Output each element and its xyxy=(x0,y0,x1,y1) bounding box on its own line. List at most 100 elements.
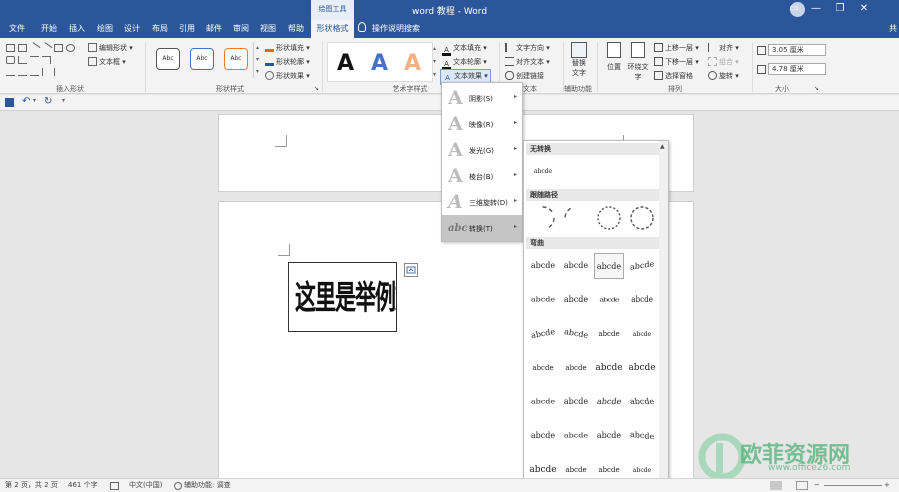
group-objects-button[interactable]: 组合 ▾ xyxy=(708,57,739,67)
accessibility-status[interactable]: 辅助功能: 调查 xyxy=(184,479,231,492)
follow-path-option[interactable] xyxy=(594,203,624,233)
text-box-button[interactable]: 文本框 ▾ xyxy=(88,57,126,67)
bracket-icon[interactable] xyxy=(54,68,63,76)
warp-option[interactable]: abcde xyxy=(561,389,591,415)
rectangle-icon[interactable] xyxy=(54,44,63,52)
menu-item-shadow[interactable]: A 阴影(S) ▸ xyxy=(442,85,522,111)
star-icon[interactable] xyxy=(66,56,75,64)
warp-none-option[interactable]: abcde xyxy=(526,159,560,185)
warp-option[interactable]: abcde xyxy=(561,287,591,313)
shape-effects-button[interactable]: 形状效果 ▾ xyxy=(265,71,310,81)
wrap-text-button[interactable]: 环绕文 字 xyxy=(625,42,651,82)
shape-gallery[interactable] xyxy=(6,42,76,79)
freeform-icon[interactable] xyxy=(18,68,27,76)
close-button[interactable]: ✕ xyxy=(857,3,871,15)
warp-option[interactable]: abcde xyxy=(627,423,657,449)
arrow-line-icon[interactable] xyxy=(40,42,53,54)
warp-option[interactable]: abcde xyxy=(528,355,558,381)
tab-review[interactable]: 审阅 xyxy=(226,20,256,38)
tab-help[interactable]: 帮助 xyxy=(281,20,311,38)
warp-option[interactable]: abcde xyxy=(594,423,624,449)
warp-option[interactable]: abcde xyxy=(627,389,657,415)
create-link-button[interactable]: 创建链接 xyxy=(505,71,544,81)
tab-mailings[interactable]: 邮件 xyxy=(199,20,229,38)
proofing-icon[interactable] xyxy=(110,482,119,490)
warp-option[interactable]: abcde xyxy=(528,423,558,449)
warp-option[interactable]: abcde xyxy=(594,321,624,347)
more-shapes-icon[interactable] xyxy=(66,68,75,76)
triangle-icon[interactable] xyxy=(18,56,27,64)
save-icon[interactable] xyxy=(5,98,14,107)
shape-style-preset[interactable]: Abc xyxy=(156,48,180,70)
elbow-connector-icon[interactable] xyxy=(42,56,51,64)
follow-path-option[interactable] xyxy=(561,203,591,233)
warp-option[interactable]: abcde xyxy=(528,321,558,347)
selection-pane-button[interactable]: 选择窗格 xyxy=(654,71,693,81)
curve-icon[interactable] xyxy=(6,68,15,76)
tab-insert[interactable]: 插入 xyxy=(62,20,92,38)
shape-fill-button[interactable]: 形状填充 ▾ xyxy=(265,43,310,53)
warp-option[interactable]: abcde xyxy=(627,355,657,381)
wordart-style-orange[interactable]: A xyxy=(404,51,421,76)
web-layout-icon[interactable] xyxy=(796,481,808,490)
bring-forward-button[interactable]: 上移一层 ▾ xyxy=(654,43,699,53)
maximize-button[interactable]: ❐ xyxy=(833,3,847,15)
tab-view[interactable]: 视图 xyxy=(253,20,283,38)
align-text-button[interactable]: 对齐文本 ▾ xyxy=(505,57,550,67)
menu-item-glow[interactable]: A 发光(G) ▸ xyxy=(442,137,522,163)
wordart-gallery[interactable]: A A A xyxy=(327,42,433,82)
wordart-style-blue[interactable]: A xyxy=(371,51,388,76)
alt-text-button[interactable]: 替换 文字 xyxy=(568,42,590,78)
edit-shape-button[interactable]: 编辑形状 ▾ xyxy=(88,43,133,53)
shape-style-preset[interactable]: Abc xyxy=(224,48,248,70)
menu-item-bevel[interactable]: A 棱台(B) ▸ xyxy=(442,163,522,189)
send-backward-button[interactable]: 下移一层 ▾ xyxy=(654,57,699,67)
ribbon-display-icon[interactable]: ▭ xyxy=(787,3,801,15)
oval-icon[interactable] xyxy=(66,44,75,52)
warp-option[interactable]: abcde xyxy=(627,321,657,347)
line-icon[interactable] xyxy=(28,42,41,54)
tab-design[interactable]: 设计 xyxy=(117,20,147,38)
tab-file[interactable]: 文件 xyxy=(2,20,32,38)
warp-option[interactable]: abcde xyxy=(528,253,558,279)
warp-option[interactable]: abcde xyxy=(561,321,591,347)
zoom-slider[interactable] xyxy=(824,485,882,486)
style-gallery-scroll[interactable]: ▴ ▾ ▾ xyxy=(253,42,261,78)
brace-icon[interactable] xyxy=(42,68,51,76)
tab-references[interactable]: 引用 xyxy=(172,20,202,38)
rounded-rect-icon[interactable] xyxy=(6,56,15,64)
scroll-up-icon[interactable]: ▲ xyxy=(660,143,665,150)
submenu-scrollbar[interactable]: ▲ ▼ xyxy=(659,141,668,487)
layout-options-button[interactable] xyxy=(404,263,418,277)
minimize-button[interactable]: — xyxy=(809,3,823,15)
rotate-button[interactable]: 旋转 ▾ xyxy=(708,71,739,81)
shape-style-preset[interactable]: Abc xyxy=(190,48,214,70)
warp-option[interactable]: abcde xyxy=(561,423,591,449)
menu-item-3d-rotation[interactable]: A 三维旋转(D) ▸ xyxy=(442,189,522,215)
undo-dropdown-icon[interactable]: ▾ xyxy=(33,97,36,104)
wordart-gallery-scroll[interactable]: ▴ ▾ ▾ xyxy=(433,42,439,82)
word-count[interactable]: 461 个字 xyxy=(68,479,98,492)
tab-layout[interactable]: 布局 xyxy=(145,20,175,38)
selected-text-box[interactable]: 这里是举例文本内容。 xyxy=(288,262,397,332)
accessibility-icon[interactable] xyxy=(174,482,182,490)
tell-me-search[interactable]: 操作说明搜索 xyxy=(358,20,420,38)
text-direction-button[interactable]: 文字方向 ▾ xyxy=(505,43,550,53)
undo-icon[interactable]: ↶ xyxy=(22,96,30,107)
page-indicator[interactable]: 第 2 页，共 2 页 xyxy=(5,479,58,492)
shape-height-field[interactable]: 3.05 厘米 xyxy=(768,44,826,56)
warp-option[interactable]: abcde xyxy=(627,287,657,313)
align-button[interactable]: 对齐 ▾ xyxy=(708,43,739,53)
print-layout-icon[interactable] xyxy=(770,481,782,490)
warp-option[interactable]: abcde xyxy=(561,253,591,279)
warp-option[interactable]: abcde xyxy=(627,253,657,279)
warp-option[interactable]: abcde xyxy=(594,287,624,313)
right-arrow-icon[interactable] xyxy=(54,56,63,64)
zoom-out-icon[interactable]: − xyxy=(814,479,820,492)
tab-shape-format[interactable]: 形状格式 xyxy=(311,20,354,38)
warp-option[interactable]: abcde xyxy=(594,389,624,415)
customize-qat-icon[interactable]: ▾ xyxy=(62,97,65,104)
tab-home[interactable]: 开始 xyxy=(34,20,64,38)
tab-draw[interactable]: 绘图 xyxy=(90,20,120,38)
scribble-icon[interactable] xyxy=(30,68,39,76)
